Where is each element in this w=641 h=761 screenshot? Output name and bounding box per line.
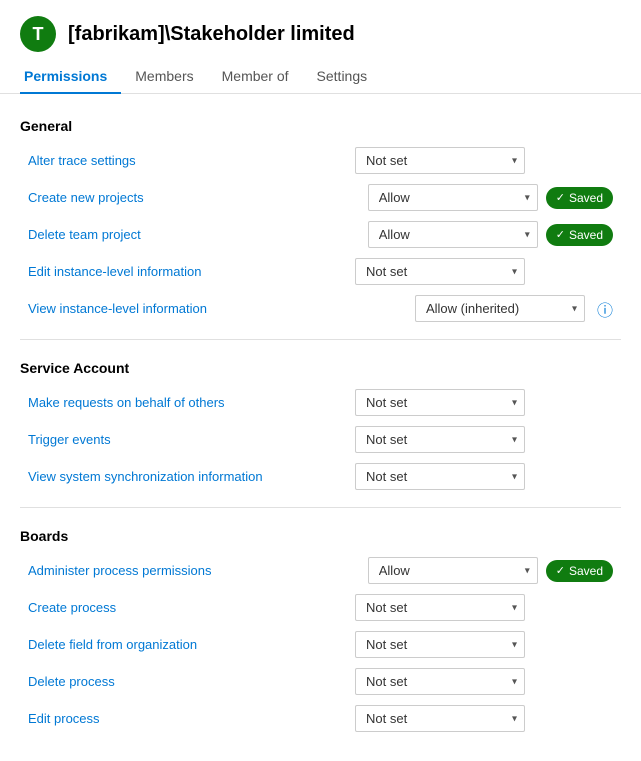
divider-1: [20, 339, 621, 340]
label-make-requests[interactable]: Make requests on behalf of others: [28, 395, 347, 410]
dropdown-wrapper-edit-process: Not setAllowDeny ▾: [355, 705, 525, 732]
label-delete-field[interactable]: Delete field from organization: [28, 637, 347, 652]
row-create-process: Create process Not setAllowDeny ▾: [20, 589, 621, 626]
label-administer-process[interactable]: Administer process permissions: [28, 563, 360, 578]
row-trigger-events: Trigger events Not setAllowDeny ▾: [20, 421, 621, 458]
avatar: T: [20, 16, 56, 52]
check-icon: ✓: [556, 191, 565, 204]
label-create-process[interactable]: Create process: [28, 600, 347, 615]
row-delete-team-project: Delete team project Not setAllowDeny ▾ ✓…: [20, 216, 621, 253]
page-title: [fabrikam]\Stakeholder limited: [68, 23, 355, 46]
dropdown-wrapper-administer-process: Not setAllowDeny ▾: [368, 557, 538, 584]
row-administer-process: Administer process permissions Not setAl…: [20, 552, 621, 589]
nav-member-of[interactable]: Member of: [208, 60, 303, 94]
dropdown-edit-instance[interactable]: Not setAllowDeny: [355, 258, 525, 285]
row-view-sync: View system synchronization information …: [20, 458, 621, 495]
row-view-instance: View instance-level information Not setA…: [20, 290, 621, 327]
check-icon: ✓: [556, 228, 565, 241]
section-general-title: General: [20, 110, 621, 134]
dropdown-wrapper-create-process: Not setAllowDeny ▾: [355, 594, 525, 621]
saved-label: Saved: [569, 228, 603, 242]
saved-label: Saved: [569, 191, 603, 205]
dropdown-wrapper-delete-process: Not setAllowDeny ▾: [355, 668, 525, 695]
dropdown-view-instance[interactable]: Not setAllowAllow (inherited)Deny: [415, 295, 585, 322]
section-boards-title: Boards: [20, 520, 621, 544]
dropdown-create-projects[interactable]: Not setAllowDeny: [368, 184, 538, 211]
section-boards: Boards Administer process permissions No…: [20, 520, 621, 737]
saved-badge-create-projects: ✓ Saved: [546, 187, 613, 209]
dropdown-view-sync[interactable]: Not setAllowDeny: [355, 463, 525, 490]
dropdown-wrapper-delete-team: Not setAllowDeny ▾: [368, 221, 538, 248]
dropdown-trigger-events[interactable]: Not setAllowDeny: [355, 426, 525, 453]
main-content: General Alter trace settings Not setAllo…: [0, 94, 641, 761]
nav-permissions[interactable]: Permissions: [20, 60, 121, 94]
dropdown-wrapper-alter-trace: Not setAllowDeny ▾: [355, 147, 525, 174]
dropdown-wrapper-view-sync: Not setAllowDeny ▾: [355, 463, 525, 490]
saved-badge-administer-process: ✓ Saved: [546, 560, 613, 582]
divider-2: [20, 507, 621, 508]
label-create-projects[interactable]: Create new projects: [28, 190, 360, 205]
dropdown-wrapper-create-projects: Not setAllowDeny ▾: [368, 184, 538, 211]
nav-members[interactable]: Members: [121, 60, 207, 94]
dropdown-wrapper-view-instance: Not setAllowAllow (inherited)Deny ▾: [415, 295, 585, 322]
dropdown-wrapper-delete-field: Not setAllowDeny ▾: [355, 631, 525, 658]
section-service-account: Service Account Make requests on behalf …: [20, 352, 621, 495]
navigation: Permissions Members Member of Settings: [0, 60, 641, 94]
dropdown-delete-field[interactable]: Not setAllowDeny: [355, 631, 525, 658]
row-edit-process: Edit process Not setAllowDeny ▾: [20, 700, 621, 737]
saved-label: Saved: [569, 564, 603, 578]
dropdown-create-process[interactable]: Not setAllowDeny: [355, 594, 525, 621]
dropdown-alter-trace[interactable]: Not setAllowDeny: [355, 147, 525, 174]
row-alter-trace: Alter trace settings Not setAllowDeny ▾: [20, 142, 621, 179]
label-delete-team-project[interactable]: Delete team project: [28, 227, 360, 242]
nav-settings[interactable]: Settings: [303, 60, 382, 94]
label-alter-trace[interactable]: Alter trace settings: [28, 153, 347, 168]
dropdown-make-requests[interactable]: Not setAllowDeny: [355, 389, 525, 416]
dropdown-delete-team[interactable]: Not setAllowDeny: [368, 221, 538, 248]
row-create-projects: Create new projects Not setAllowDeny ▾ ✓…: [20, 179, 621, 216]
row-delete-field: Delete field from organization Not setAl…: [20, 626, 621, 663]
dropdown-administer-process[interactable]: Not setAllowDeny: [368, 557, 538, 584]
section-service-title: Service Account: [20, 352, 621, 376]
row-delete-process: Delete process Not setAllowDeny ▾: [20, 663, 621, 700]
dropdown-wrapper-make-requests: Not setAllowDeny ▾: [355, 389, 525, 416]
info-icon[interactable]: ⓘ: [597, 297, 613, 321]
label-view-sync[interactable]: View system synchronization information: [28, 469, 347, 484]
saved-badge-delete-team: ✓ Saved: [546, 224, 613, 246]
page-header: T [fabrikam]\Stakeholder limited: [0, 0, 641, 60]
dropdown-wrapper-trigger-events: Not setAllowDeny ▾: [355, 426, 525, 453]
row-edit-instance: Edit instance-level information Not setA…: [20, 253, 621, 290]
label-edit-process[interactable]: Edit process: [28, 711, 347, 726]
label-edit-instance[interactable]: Edit instance-level information: [28, 264, 347, 279]
dropdown-edit-process[interactable]: Not setAllowDeny: [355, 705, 525, 732]
section-general: General Alter trace settings Not setAllo…: [20, 110, 621, 327]
dropdown-delete-process[interactable]: Not setAllowDeny: [355, 668, 525, 695]
dropdown-wrapper-edit-instance: Not setAllowDeny ▾: [355, 258, 525, 285]
label-trigger-events[interactable]: Trigger events: [28, 432, 347, 447]
label-view-instance[interactable]: View instance-level information: [28, 301, 407, 316]
row-make-requests: Make requests on behalf of others Not se…: [20, 384, 621, 421]
check-icon: ✓: [556, 564, 565, 577]
label-delete-process[interactable]: Delete process: [28, 674, 347, 689]
